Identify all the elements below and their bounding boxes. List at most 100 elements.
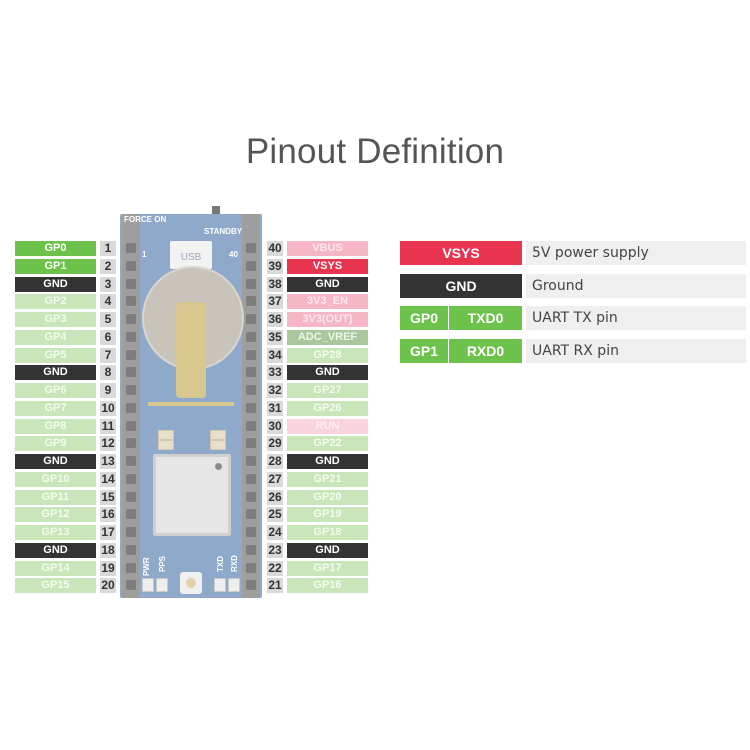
legend-pin-label: GND [400,274,522,298]
pin-number: 40 [267,241,283,256]
pin-label: GND [287,365,368,381]
pin-label: GP28 [287,347,368,363]
header-hole [246,243,256,253]
pin-number: 30 [267,418,283,434]
pin-label: GP3 [15,312,96,327]
pin-label: GND [15,454,96,469]
pin-label: GP22 [287,436,368,452]
pin-number: 19 [100,560,116,576]
pin-label: GP10 [15,471,96,487]
standby-switch [212,206,220,214]
header-hole [126,509,136,520]
header-hole [246,491,256,502]
pin-number: 5 [100,312,116,327]
pin-label: GP12 [15,507,96,523]
pin-number: 20 [100,578,116,594]
pin-label: GP17 [287,560,368,576]
header-hole [126,527,136,537]
header-hole [126,456,136,466]
pin-label: GP5 [15,347,96,363]
smd-component [158,440,174,450]
pin1-marker: 1 [142,250,147,259]
pin-number: 29 [267,436,283,452]
rxd-led [228,578,240,592]
rxd-led-label: RXD [230,555,239,572]
header-hole [126,367,136,378]
usb-connector: USB [170,241,212,269]
header-hole [246,580,256,591]
legend-row: GND Ground [400,274,746,298]
module-pin1-dot [215,463,222,470]
pin-number: 38 [267,276,283,292]
pin-number: 1 [100,241,116,256]
pin-number: 7 [100,347,116,363]
header-hole [246,367,256,378]
battery-bar [148,402,234,406]
smd-component [158,430,174,440]
pin-label: GP16 [287,578,368,594]
legend-function-label: RXD0 [449,339,522,363]
header-hole [126,491,136,502]
pin-label: GP20 [287,489,368,505]
pin-label: GP11 [15,489,96,505]
pin-number: 11 [100,418,116,434]
legend-description: 5V power supply [526,241,746,265]
pin-number: 35 [267,329,283,345]
pin-number: 24 [267,525,283,540]
header-hole [246,509,256,520]
header-hole [126,438,136,449]
pin-number: 22 [267,560,283,576]
header-hole [126,420,136,431]
pin-label: ADC_VREF [287,329,368,345]
pin-label: GP18 [287,525,368,540]
legend-row: GP0 TXD0 UART TX pin [400,306,746,330]
header-hole [246,544,256,555]
pin-number: 36 [267,312,283,327]
pwr-led [142,578,154,592]
txd-led [214,578,226,592]
smd-component [210,430,226,440]
pin-number: 15 [100,489,116,505]
pin-number: 28 [267,454,283,469]
pin-label: GP14 [15,560,96,576]
header-hole [246,438,256,449]
header-hole [126,278,136,289]
header-hole [246,260,256,271]
pin-label: GP9 [15,436,96,452]
standby-label: STANDBY [204,227,243,236]
pin-label: GP8 [15,418,96,434]
antenna-connector [180,572,202,594]
pin-number: 6 [100,329,116,345]
header-hole [246,562,256,573]
pin-number: 14 [100,471,116,487]
pin-number: 12 [100,436,116,452]
pps-led [156,578,168,592]
header-hole [246,402,256,413]
header-hole [126,331,136,342]
legend-pin-label: GP0 [400,306,448,330]
header-hole [246,296,256,307]
header-hole [126,385,136,395]
pin-number: 18 [100,542,116,558]
pps-led-label: PPS [158,555,167,572]
header-hole [126,260,136,271]
pin-label: GP1 [15,258,96,274]
header-hole [126,314,136,324]
legend-description: UART TX pin [526,306,746,330]
pwr-led-label: PWR [142,557,151,576]
pin-label: GP4 [15,329,96,345]
legend-function-label: TXD0 [449,306,522,330]
pin-label: GND [15,276,96,292]
pin-number: 33 [267,365,283,381]
usb-label: USB [180,252,202,263]
legend-description: Ground [526,274,746,298]
header-hole [246,278,256,289]
pin-label: RUN [287,418,368,434]
pin-label: GP13 [15,525,96,540]
pin-number: 21 [267,578,283,594]
header-hole [246,473,256,484]
header-hole [246,331,256,342]
pin-number: 27 [267,471,283,487]
pin-label: GP0 [15,241,96,256]
pin-number: 32 [267,383,283,398]
